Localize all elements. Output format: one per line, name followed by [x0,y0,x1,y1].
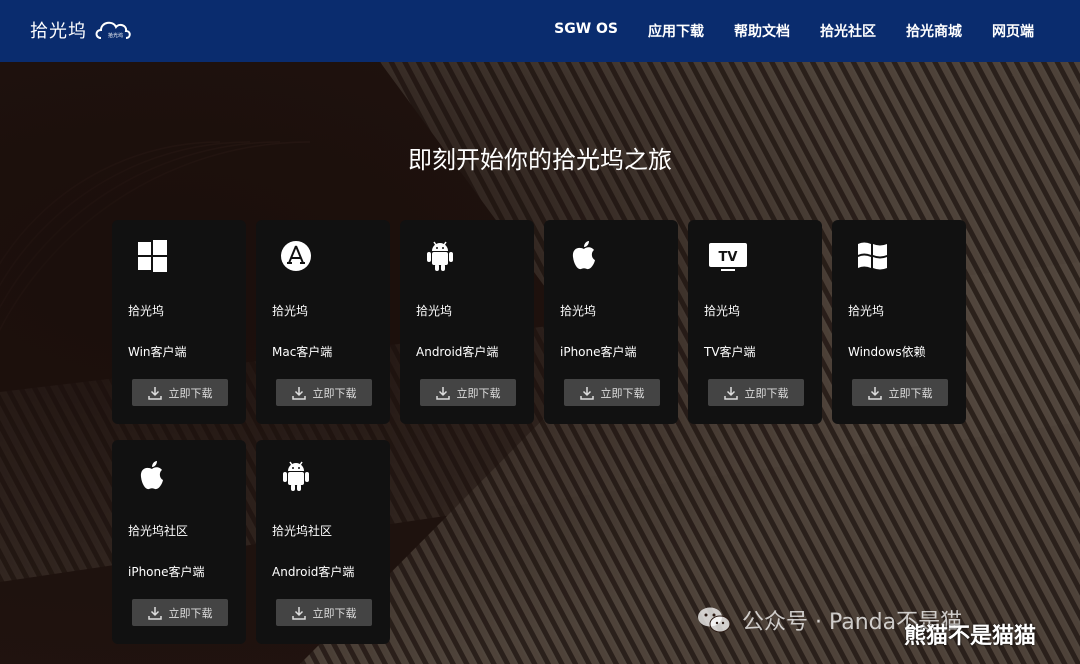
download-icon [147,606,162,620]
download-button-label: 立即下载 [888,386,933,400]
download-button-label: 立即下载 [600,386,645,400]
card-title: 拾光坞 [128,304,165,318]
apple-icon [140,461,163,490]
wechat-icon [698,607,731,633]
download-icon [579,386,594,400]
download-icon [147,386,162,400]
top-navbar: 拾光坞 拾光坞 SGW OS 应用下载 帮助文档 拾光社区 拾光商城 网页端 [0,0,1080,62]
download-icon [435,386,450,400]
card-title: 拾光坞 [416,304,453,318]
card-title: 拾光坞社区 [128,524,189,538]
download-icon [867,386,882,400]
card-subtitle: Android客户端 [272,565,355,579]
logo-cloud-text: 拾光坞 [108,32,123,39]
card-subtitle: Mac客户端 [272,345,333,359]
nav-item-sgw-os[interactable]: SGW OS [554,21,618,41]
download-card-iphone: 拾光坞 iPhone客户端 立即下载 [544,220,678,424]
download-button-label: 立即下载 [312,606,357,620]
windows-flag-icon [858,242,887,270]
nav-item-community[interactable]: 拾光社区 [820,21,876,41]
download-card-tv: TV 拾光坞 TV客户端 立即下载 [688,220,822,424]
card-subtitle: Win客户端 [128,345,187,359]
download-button[interactable]: 立即下载 [852,379,948,406]
download-icon [291,386,306,400]
card-subtitle: Windows依赖 [848,345,926,359]
download-button[interactable]: 立即下载 [708,379,804,406]
download-button-label: 立即下载 [168,386,213,400]
download-card-windows-deps: 拾光坞 Windows依赖 立即下载 [832,220,966,424]
download-card-android: 拾光坞 Android客户端 立即下载 [400,220,534,424]
download-button[interactable]: 立即下载 [132,379,228,406]
download-button[interactable]: 立即下载 [420,379,516,406]
card-title: 拾光坞 [560,304,597,318]
download-icon [291,606,306,620]
download-card-win: 拾光坞 Win客户端 立即下载 [112,220,246,424]
logo[interactable]: 拾光坞 拾光坞 [30,16,133,44]
nav-item-help-docs[interactable]: 帮助文档 [734,21,790,41]
download-card-community-iphone: 拾光坞社区 iPhone客户端 立即下载 [112,440,246,644]
app-store-icon [281,241,311,271]
card-subtitle: TV客户端 [704,345,756,359]
card-subtitle: iPhone客户端 [560,345,637,359]
hero-section: 即刻开始你的拾光坞之旅 拾光坞 Win客户端 立即下载 拾光坞 Mac客户端 立… [0,62,1080,664]
download-icon [723,386,738,400]
nav-item-web[interactable]: 网页端 [992,21,1034,41]
download-button-label: 立即下载 [312,386,357,400]
windows-icon [138,240,167,272]
download-card-mac: 拾光坞 Mac客户端 立即下载 [256,220,390,424]
main-nav: SGW OS 应用下载 帮助文档 拾光社区 拾光商城 网页端 [524,21,1034,41]
nav-item-app-download[interactable]: 应用下载 [648,21,704,41]
card-title: 拾光坞社区 [272,524,333,538]
card-title: 拾光坞 [704,304,741,318]
svg-text:TV: TV [719,250,738,265]
android-icon [427,241,453,271]
download-button[interactable]: 立即下载 [564,379,660,406]
tv-icon: TV [709,243,747,271]
card-title: 拾光坞 [848,304,885,318]
download-button[interactable]: 立即下载 [276,599,372,626]
card-subtitle: iPhone客户端 [128,565,205,579]
hero-title: 即刻开始你的拾光坞之旅 [408,146,672,174]
card-title: 拾光坞 [272,304,309,318]
android-icon [283,461,309,491]
download-card-community-android: 拾光坞社区 Android客户端 立即下载 [256,440,390,644]
download-button-label: 立即下载 [168,606,213,620]
watermark-author: 熊猫不是猫猫 [904,624,1037,649]
download-button-label: 立即下载 [744,386,789,400]
download-button[interactable]: 立即下载 [276,379,372,406]
download-button[interactable]: 立即下载 [132,599,228,626]
cloud-logo-icon: 拾光坞 [95,21,131,39]
apple-icon [572,241,595,270]
card-subtitle: Android客户端 [416,345,499,359]
download-button-label: 立即下载 [456,386,501,400]
nav-item-store[interactable]: 拾光商城 [906,21,962,41]
logo-text: 拾光坞 [30,21,87,42]
